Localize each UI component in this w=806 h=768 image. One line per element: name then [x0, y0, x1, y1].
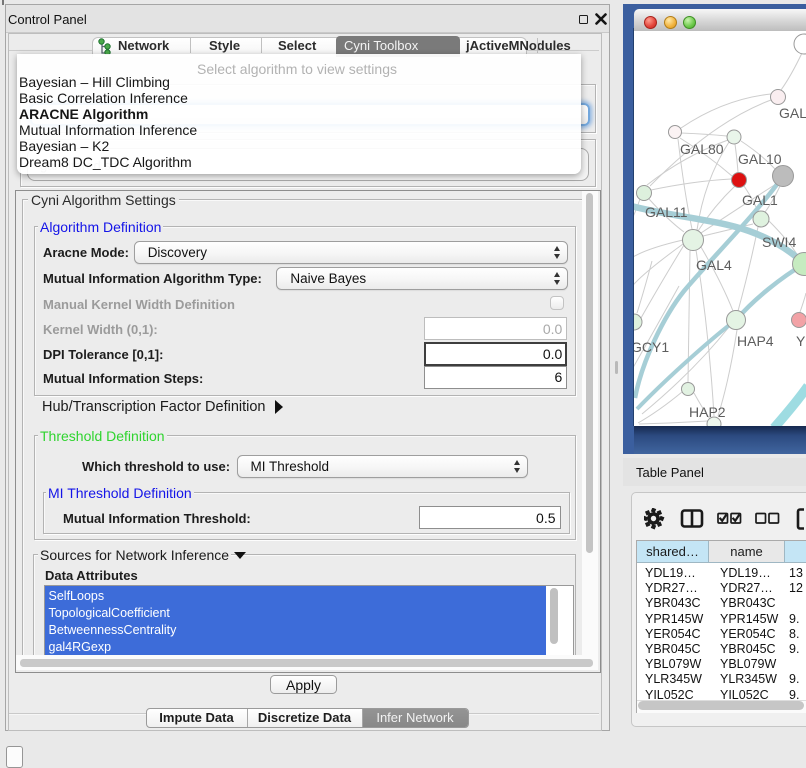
svg-text:HAP2: HAP2	[689, 404, 726, 420]
svg-text:GAL10: GAL10	[738, 151, 782, 167]
svg-text:GAL11: GAL11	[645, 204, 688, 220]
svg-text:GAL1: GAL1	[742, 192, 778, 208]
svg-text:Y: Y	[796, 333, 806, 349]
svg-text:HAP4: HAP4	[737, 333, 774, 349]
svg-text:GCY1: GCY1	[634, 339, 669, 355]
svg-text:GAL80: GAL80	[680, 141, 724, 157]
svg-text:GAL7: GAL7	[779, 105, 806, 121]
svg-text:GAL4: GAL4	[696, 257, 732, 273]
svg-text:SWI4: SWI4	[762, 234, 796, 250]
